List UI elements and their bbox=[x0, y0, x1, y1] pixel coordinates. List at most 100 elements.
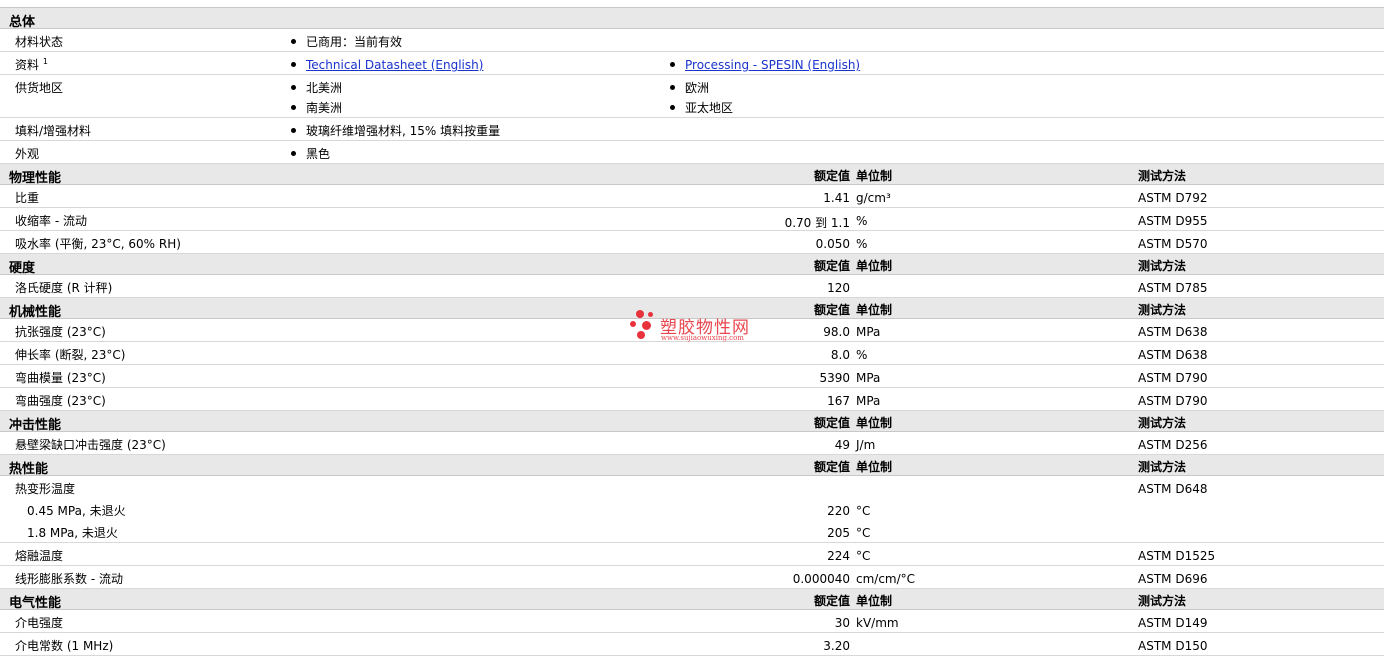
value-header: 额定值 bbox=[813, 259, 850, 273]
property-value: 49 bbox=[834, 438, 850, 452]
row-label: 填料/增强材料 bbox=[15, 124, 92, 138]
section-header: 电气性能 额定值 单位制 测试方法 bbox=[0, 589, 1384, 611]
test-method: ASTM D638 bbox=[1138, 348, 1208, 362]
property-row: 比重 1.41 g/cm³ ASTM D792 bbox=[0, 185, 1384, 208]
property-row: 悬壁梁缺口冲击强度 (23°C) 49 J/m ASTM D256 bbox=[0, 432, 1384, 455]
test-method: ASTM D955 bbox=[1138, 214, 1208, 228]
doc-item: Processing - SPESIN (English) bbox=[670, 58, 860, 72]
property-row: 收缩率 - 流动 0.70 到 1.1% ASTM D955 bbox=[0, 208, 1384, 231]
row-label: 供货地区 bbox=[15, 81, 64, 95]
test-method: ASTM D648 bbox=[1138, 482, 1208, 496]
section-header: 硬度 额定值 单位制 测试方法 bbox=[0, 254, 1384, 276]
property-label: 1.8 MPa, 未退火 bbox=[27, 526, 118, 540]
test-method: ASTM D696 bbox=[1138, 572, 1208, 586]
unit-header: 单位制 bbox=[856, 303, 893, 317]
property-unit: °C bbox=[856, 549, 871, 563]
property-row: 热变形温度 ASTM D648 bbox=[0, 476, 1384, 498]
property-unit: % bbox=[856, 348, 868, 362]
property-value: 220 bbox=[827, 504, 850, 518]
section-title: 机械性能 bbox=[9, 305, 62, 320]
bullet-icon bbox=[670, 85, 675, 90]
property-unit: g/cm³ bbox=[856, 191, 891, 205]
method-header: 测试方法 bbox=[1138, 169, 1187, 183]
filler-value: 玻璃纤维增强材料, 15% 填料按重量 bbox=[291, 122, 500, 139]
property-label: 介电强度 bbox=[15, 616, 64, 630]
row-label: 资料 1 bbox=[15, 57, 48, 72]
unit-header: 单位制 bbox=[856, 594, 893, 608]
property-unit: kV/mm bbox=[856, 616, 899, 630]
test-method: ASTM D785 bbox=[1138, 281, 1208, 295]
section-header: 物理性能 额定值 单位制 测试方法 bbox=[0, 164, 1384, 186]
property-row: 抗张强度 (23°C) 98.0 MPa ASTM D638 bbox=[0, 319, 1384, 342]
section-header: 冲击性能 额定值 单位制 测试方法 bbox=[0, 411, 1384, 433]
test-method: ASTM D256 bbox=[1138, 438, 1208, 452]
row-docs: 资料 1 Technical Datasheet (English) Proce… bbox=[0, 52, 1384, 75]
property-label: 熔融温度 bbox=[15, 549, 64, 563]
bullet-icon bbox=[291, 85, 296, 90]
property-value: 0.70 到 1.1 bbox=[784, 216, 850, 230]
property-value: 1.41 bbox=[823, 191, 850, 205]
property-unit: MPa bbox=[856, 325, 881, 339]
datasheet-table: 总体 材料状态 已商用：当前有效 资料 1 Technical Datashee… bbox=[0, 7, 1384, 656]
technical-datasheet-link[interactable]: Technical Datasheet (English) bbox=[306, 58, 483, 72]
property-label: 热变形温度 bbox=[15, 482, 76, 496]
test-method: ASTM D150 bbox=[1138, 639, 1208, 653]
section-title: 总体 bbox=[9, 15, 36, 30]
property-label: 介电常数 (1 MHz) bbox=[15, 639, 114, 653]
property-row: 吸水率 (平衡, 23°C, 60% RH) 0.050% ASTM D570 bbox=[0, 231, 1384, 254]
region-item: 亚太地区 bbox=[670, 99, 733, 116]
property-label: 收缩率 - 流动 bbox=[15, 214, 87, 228]
property-row: 1.8 MPa, 未退火 205 °C bbox=[0, 520, 1384, 543]
bullet-icon bbox=[291, 62, 296, 67]
property-label: 吸水率 (平衡, 23°C, 60% RH) bbox=[15, 237, 181, 251]
value-header: 额定值 bbox=[813, 416, 850, 430]
method-header: 测试方法 bbox=[1138, 416, 1187, 430]
property-sections: 物理性能 额定值 单位制 测试方法 比重 1.41 g/cm³ ASTM D792 收缩率 - … bbox=[0, 164, 1384, 656]
region-item: 南美洲 bbox=[291, 99, 342, 116]
property-row: 熔融温度 224 °C ASTM D1525 bbox=[0, 543, 1384, 566]
property-value: 167 bbox=[827, 394, 850, 408]
test-method: ASTM D790 bbox=[1138, 371, 1208, 385]
method-header: 测试方法 bbox=[1138, 594, 1187, 608]
property-value: 0.050 bbox=[815, 237, 850, 251]
value-header: 额定值 bbox=[813, 169, 850, 183]
test-method: ASTM D638 bbox=[1138, 325, 1208, 339]
property-value: 3.20 bbox=[823, 639, 850, 653]
value-header: 额定值 bbox=[813, 460, 850, 474]
property-row: 伸长率 (断裂, 23°C) 8.0% ASTM D638 bbox=[0, 342, 1384, 365]
method-header: 测试方法 bbox=[1138, 460, 1187, 474]
test-method: ASTM D792 bbox=[1138, 191, 1208, 205]
test-method: ASTM D570 bbox=[1138, 237, 1208, 251]
value-header: 额定值 bbox=[813, 303, 850, 317]
property-label: 抗张强度 (23°C) bbox=[15, 325, 106, 339]
property-label: 比重 bbox=[15, 191, 40, 205]
property-row: 介电常数 (1 MHz) 3.20 ASTM D150 bbox=[0, 633, 1384, 656]
section-title: 物理性能 bbox=[9, 171, 62, 186]
row-status: 材料状态 已商用：当前有效 bbox=[0, 29, 1384, 52]
property-row: 弯曲模量 (23°C) 5390 MPa ASTM D790 bbox=[0, 365, 1384, 388]
appearance-value: 黑色 bbox=[291, 145, 330, 162]
processing-link[interactable]: Processing - SPESIN (English) bbox=[685, 58, 860, 72]
section-title: 电气性能 bbox=[9, 596, 62, 611]
bullet-icon bbox=[670, 105, 675, 110]
row-appearance: 外观 黑色 bbox=[0, 141, 1384, 164]
property-value: 224 bbox=[827, 549, 850, 563]
property-row: 弯曲强度 (23°C) 167 MPa ASTM D790 bbox=[0, 388, 1384, 411]
property-unit: J/m bbox=[856, 438, 876, 452]
row-label: 外观 bbox=[15, 147, 40, 161]
property-row: 线形膨胀系数 - 流动 0.000040 cm/cm/°C ASTM D696 bbox=[0, 566, 1384, 589]
property-unit: MPa bbox=[856, 371, 881, 385]
property-label: 弯曲强度 (23°C) bbox=[15, 394, 106, 408]
test-method: ASTM D1525 bbox=[1138, 549, 1216, 563]
property-label: 伸长率 (断裂, 23°C) bbox=[15, 348, 126, 362]
property-row: 0.45 MPa, 未退火 220 °C bbox=[0, 498, 1384, 520]
bullet-icon bbox=[291, 128, 296, 133]
property-unit: °C bbox=[856, 526, 871, 540]
property-value: 0.000040 bbox=[792, 572, 850, 586]
property-value: 98.0 bbox=[823, 325, 850, 339]
property-unit: MPa bbox=[856, 394, 881, 408]
property-value: 30 bbox=[834, 616, 850, 630]
section-title: 冲击性能 bbox=[9, 418, 62, 433]
property-unit: % bbox=[856, 214, 868, 228]
region-item: 北美洲 bbox=[291, 79, 342, 96]
